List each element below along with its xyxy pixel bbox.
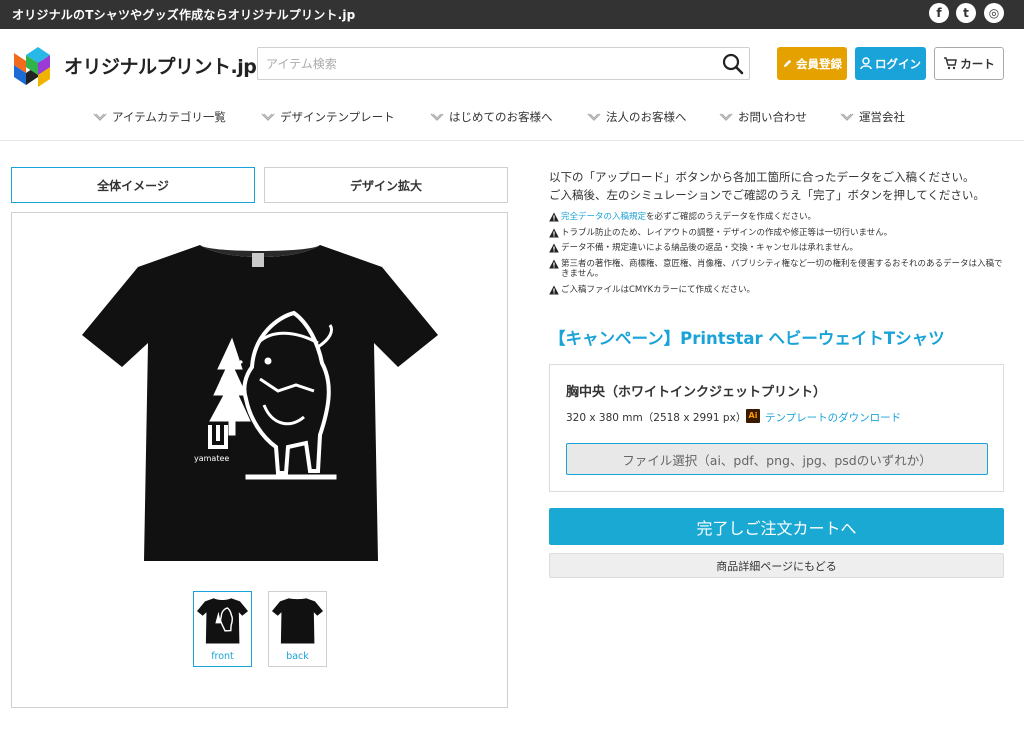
chevron-down-icon (840, 113, 854, 121)
nav-item-first-time[interactable]: はじめてのお客様へ (430, 109, 553, 125)
search-input[interactable] (258, 48, 713, 79)
logo-cube-icon (14, 47, 50, 87)
product-title: 【キャンペーン】Printstar ヘビーウェイトTシャツ (549, 329, 945, 348)
search-icon[interactable] (721, 52, 745, 76)
login-button[interactable]: ログイン (855, 47, 926, 80)
tshirt-front-thumb (197, 598, 248, 644)
shirt-preview: yamatee front back (11, 212, 508, 708)
cart-button[interactable]: カート (934, 47, 1004, 80)
note-item: データ不備・規定違いによる納品後の返品・交換・キャンセルは承れません。 (549, 243, 1009, 254)
site-logo[interactable]: オリジナルプリント.jp (12, 47, 257, 87)
warning-icon (549, 259, 559, 268)
site-tagline: オリジナルのTシャツやグッズ作成ならオリジナルプリント.jp (12, 8, 356, 22)
nav-label: はじめてのお客様へ (449, 110, 553, 124)
nav-item-corporate[interactable]: 法人のお客様へ (587, 109, 687, 125)
cart-icon (944, 57, 958, 70)
thumbnail-front[interactable]: front (193, 591, 252, 667)
chevron-down-icon (587, 113, 601, 121)
chevron-down-icon (261, 113, 275, 121)
user-icon (860, 57, 872, 70)
nav-label: デザインテンプレート (280, 110, 395, 124)
note-item: トラブル防止のため、レイアウトの調整・デザインの作成や修正等は一切行いません。 (549, 228, 1009, 239)
instagram-icon[interactable]: ◎ (984, 3, 1004, 23)
thumbnail-label: back (286, 651, 309, 662)
note-text: 第三者の著作権、商標権、意匠権、肖像権、パブリシティ権など一切の権利を侵害するお… (561, 258, 1003, 280)
template-download-link[interactable]: テンプレートのダウンロード (765, 410, 901, 425)
nav-label: アイテムカテゴリ一覧 (112, 110, 226, 124)
brand-text: yamatee (194, 454, 229, 463)
nav-item-contact[interactable]: お問い合わせ (719, 109, 807, 125)
note-item: 第三者の著作権、商標権、意匠権、肖像権、パブリシティ権など一切の権利を侵害するお… (549, 259, 1009, 280)
tab-full-image[interactable]: 全体イメージ (11, 167, 255, 203)
tshirt-front-image: yamatee (82, 245, 438, 561)
logo-text: オリジナルプリント.jp (64, 56, 257, 78)
nav-label: お問い合わせ (738, 110, 807, 124)
thumbnail-back[interactable]: back (268, 591, 327, 667)
note-item: 完全データの入稿規定を必ずご確認のうえデータを作成ください。 (549, 212, 1009, 223)
pencil-icon (783, 59, 792, 68)
header-divider (0, 140, 1024, 141)
warning-icon (549, 212, 559, 222)
thumbnail-label: front (211, 651, 234, 662)
nav-label: 法人のお客様へ (606, 110, 687, 124)
nav-label: 運営会社 (859, 110, 905, 124)
nav-item-categories[interactable]: アイテムカテゴリ一覧 (93, 109, 226, 125)
warning-icon (549, 285, 559, 294)
login-label: ログイン (875, 56, 921, 71)
search-box (257, 47, 750, 80)
print-size: 320 x 380 mm（2518 x 2991 px） (566, 412, 747, 424)
note-text: データ不備・規定違いによる納品後の返品・交換・キャンセルは承れません。 (561, 243, 858, 253)
nav-item-templates[interactable]: デザインテンプレート (261, 109, 395, 125)
illustrator-icon: Ai (746, 409, 760, 423)
chevron-down-icon (93, 113, 107, 121)
warning-icon (549, 243, 559, 253)
nav-item-company[interactable]: 運営会社 (840, 109, 905, 125)
print-area-box: 胸中央（ホワイトインクジェットプリント） 320 x 380 mm（2518 x… (549, 364, 1004, 492)
main-nav: アイテムカテゴリ一覧 デザインテンプレート はじめてのお客様へ 法人のお客様へ … (0, 104, 1024, 132)
back-to-product-button[interactable]: 商品詳細ページにもどる (549, 553, 1004, 578)
data-rules-link[interactable]: 完全データの入稿規定 (561, 212, 646, 222)
complete-order-button[interactable]: 完了しご注文カートへ (549, 508, 1004, 545)
note-item: ご入稿ファイルはCMYKカラーにて作成ください。 (549, 285, 1009, 296)
top-bar: オリジナルのTシャツやグッズ作成ならオリジナルプリント.jp f t ◎ (0, 0, 1024, 29)
intro-line: 以下の「アップロード」ボタンから各加工箇所に合ったデータをご入稿ください。 (549, 170, 975, 184)
chevron-down-icon (719, 113, 733, 121)
tshirt-back-thumb (272, 598, 323, 644)
twitter-icon[interactable]: t (956, 3, 976, 23)
register-button[interactable]: 会員登録 (777, 47, 847, 80)
note-text: ご入稿ファイルはCMYKカラーにて作成ください。 (561, 284, 756, 295)
chevron-down-icon (430, 113, 444, 121)
note-text: を必ずご確認のうえデータを作成ください。 (646, 212, 817, 222)
intro-line: ご入稿後、左のシミュレーションでご確認のうえ「完了」ボタンを押してください。 (549, 188, 985, 202)
upload-notes: 完全データの入稿規定を必ずご確認のうえデータを作成ください。 トラブル防止のため… (549, 212, 1009, 300)
note-text: トラブル防止のため、レイアウトの調整・デザインの作成や修正等は一切行いません。 (561, 227, 893, 238)
tab-design-zoom[interactable]: デザイン拡大 (264, 167, 508, 203)
facebook-icon[interactable]: f (929, 3, 949, 23)
file-select-button[interactable]: ファイル選択（ai、pdf、png、jpg、psdのいずれか） (566, 443, 988, 475)
register-label: 会員登録 (796, 56, 842, 71)
print-area-title: 胸中央（ホワイトインクジェットプリント） (566, 385, 827, 400)
upload-instructions: 以下の「アップロード」ボタンから各加工箇所に合ったデータをご入稿ください。 ご入… (549, 168, 985, 204)
warning-icon (549, 228, 559, 237)
cart-label: カート (960, 56, 995, 71)
